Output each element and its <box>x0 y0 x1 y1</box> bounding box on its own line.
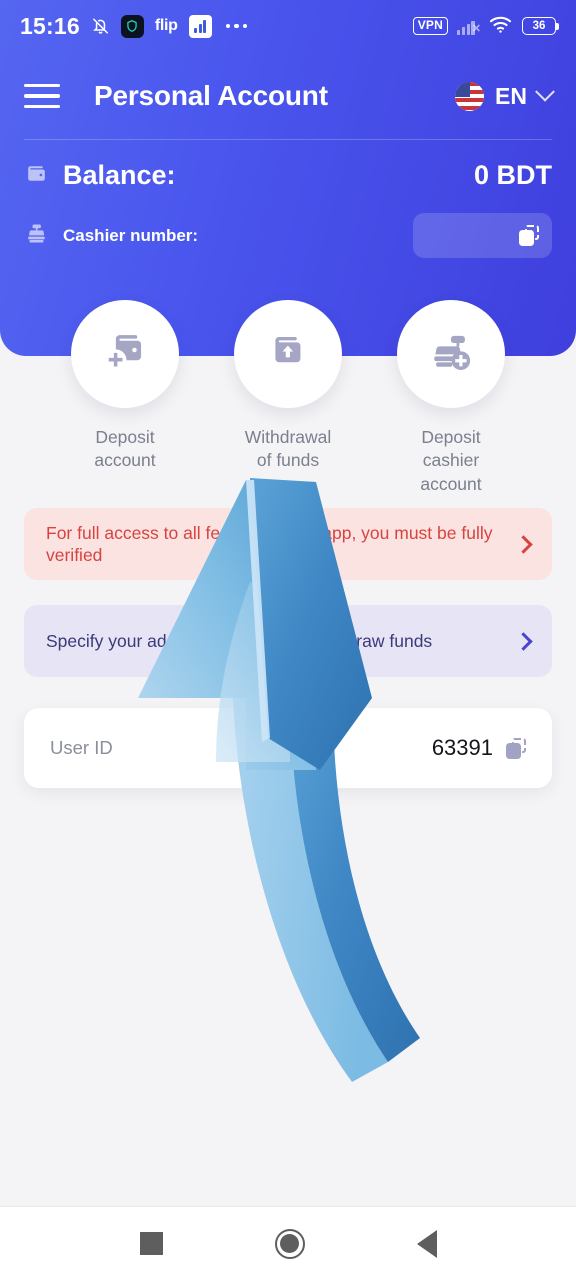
vpn-badge: VPN <box>412 17 448 35</box>
us-flag-icon <box>455 81 485 111</box>
wifi-icon <box>488 14 513 39</box>
action-withdrawal-of-funds[interactable]: Withdrawal of funds <box>229 300 347 496</box>
more-dots-icon <box>225 23 248 29</box>
hamburger-menu-icon[interactable] <box>24 83 66 109</box>
quick-actions: Deposit account Withdrawal of funds Depo… <box>0 300 576 496</box>
user-id-value: 63391 <box>431 735 493 760</box>
verification-banner[interactable]: For full access to all features of the a… <box>24 508 552 580</box>
action-deposit-account[interactable]: Deposit account <box>66 300 184 496</box>
action-circle[interactable] <box>234 300 342 408</box>
home-circle-icon[interactable] <box>274 1228 305 1259</box>
battery-icon: 36 <box>522 17 559 35</box>
chevron-down-icon <box>535 81 555 102</box>
verification-banner-text: For full access to all features of the a… <box>46 522 493 565</box>
balance-label: Balance: <box>63 160 176 190</box>
cashier-number-label: Cashier number: <box>63 225 199 245</box>
android-nav-bar <box>0 1206 576 1280</box>
copy-icon[interactable] <box>519 225 539 246</box>
status-bar-left: 15:16 flip <box>20 13 413 40</box>
chevron-right-icon[interactable] <box>514 534 533 554</box>
status-bar: 15:16 flip VPN ✕ 36 <box>0 0 576 52</box>
status-bar-clock: 15:16 <box>20 12 80 39</box>
folder-upload-icon <box>267 332 309 376</box>
wallet-plus-icon <box>103 331 147 377</box>
recents-square-icon[interactable] <box>139 1232 163 1255</box>
flip-app-icon: flip <box>154 17 178 34</box>
balance-value: 0 BDT <box>473 160 552 190</box>
cash-register-plus-icon <box>429 331 473 377</box>
user-id-label: User ID <box>50 737 113 758</box>
action-deposit-cashier-account[interactable]: Deposit cashier account <box>392 300 510 496</box>
chart-app-icon <box>188 14 212 38</box>
cash-register-icon <box>24 221 49 251</box>
action-label: Withdrawal of funds <box>244 427 332 471</box>
address-banner-text: Specify your address to deposit or withd… <box>46 630 433 651</box>
language-selector[interactable]: EN <box>455 81 555 111</box>
balance-row: Balance: 0 BDT <box>24 160 552 191</box>
signal-icon: ✕ <box>457 18 481 35</box>
app-screen: 15:16 flip VPN ✕ 36 Personal Account EN … <box>0 0 576 1280</box>
copy-icon[interactable] <box>506 737 526 759</box>
wallet-icon <box>24 161 49 191</box>
action-label: Deposit account <box>94 427 156 471</box>
title-bar: Personal Account EN <box>0 62 576 130</box>
language-code: EN <box>495 82 527 109</box>
action-circle[interactable] <box>397 300 505 408</box>
chevron-right-icon[interactable] <box>514 631 533 651</box>
address-banner[interactable]: Specify your address to deposit or withd… <box>24 605 552 677</box>
action-label: Deposit cashier account <box>420 427 482 494</box>
shield-vpn-icon <box>120 14 144 38</box>
cashier-number-field[interactable] <box>413 213 552 258</box>
cashier-number-row: Cashier number: <box>24 213 552 258</box>
action-circle[interactable] <box>71 300 179 408</box>
back-triangle-icon[interactable] <box>416 1229 437 1258</box>
status-bar-right: VPN ✕ 36 <box>412 14 559 39</box>
user-id-card[interactable]: User ID 63391 <box>24 708 552 788</box>
bell-off-icon <box>91 16 110 36</box>
header-divider <box>24 139 552 140</box>
page-title: Personal Account <box>94 80 328 111</box>
battery-level: 36 <box>532 20 546 32</box>
